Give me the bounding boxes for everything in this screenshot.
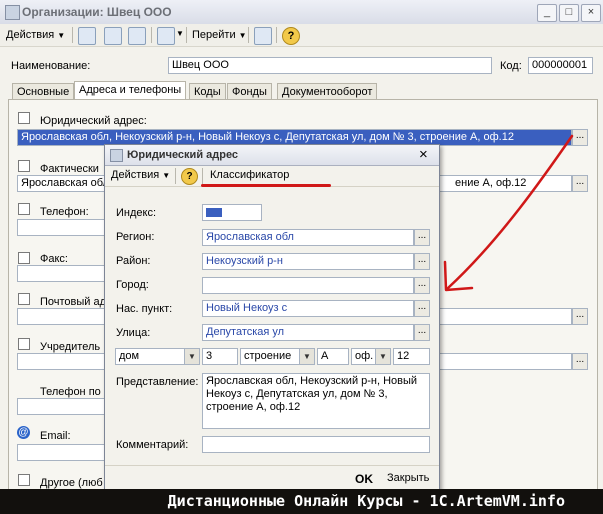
annotation-arrow — [443, 134, 574, 292]
annotation-arrow-shaft — [446, 134, 574, 290]
course-banner: Дистанционные Онлайн Курсы - 1С.ArtemVM.… — [0, 489, 603, 514]
course-banner-text: Дистанционные Онлайн Курсы - 1С.ArtemVM.… — [167, 492, 565, 510]
